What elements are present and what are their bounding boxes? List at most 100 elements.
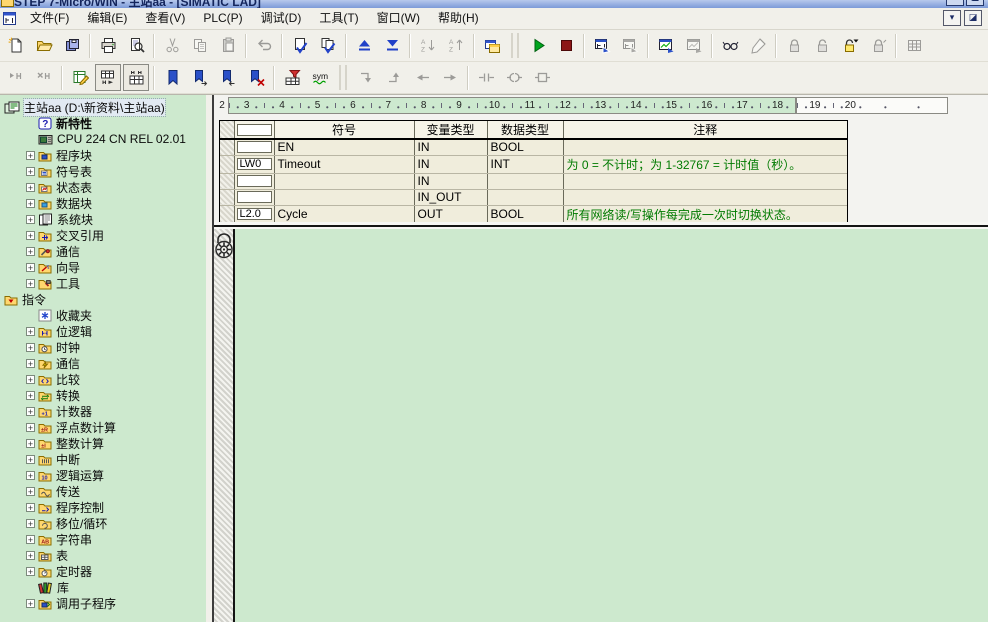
print-preview-button[interactable]: [123, 32, 149, 59]
tree-item-table[interactable]: +表: [0, 547, 206, 563]
expand-toggle-icon[interactable]: +: [26, 439, 35, 448]
bookmark-previous-button[interactable]: [215, 64, 241, 91]
expand-toggle-icon[interactable]: +: [26, 471, 35, 480]
symbolic-addressing-button[interactable]: sym: [307, 64, 333, 91]
tree-item-project-root[interactable]: 主站aa (D:\新资料\主站aa): [0, 99, 206, 115]
tree-item-move[interactable]: +传送: [0, 483, 206, 499]
expand-toggle-icon[interactable]: +: [26, 519, 35, 528]
expand-toggle-icon[interactable]: +: [26, 215, 35, 224]
cell-address[interactable]: L2.0: [234, 205, 274, 223]
new-file-button[interactable]: [3, 32, 29, 59]
tree-item-timers[interactable]: +定时器: [0, 563, 206, 579]
view-grid-button[interactable]: [123, 64, 149, 91]
menu-debug[interactable]: 调试(D): [252, 8, 311, 29]
menu-file[interactable]: 文件(F): [21, 8, 78, 29]
cell-comment[interactable]: [563, 189, 847, 205]
restore-window-button[interactable]: ◪: [966, 0, 984, 6]
expand-toggle-icon[interactable]: +: [26, 167, 35, 176]
minimize-child-button[interactable]: ▾: [943, 10, 961, 26]
tree-item-instructions[interactable]: 指令: [0, 291, 206, 307]
tree-item-status-chart[interactable]: +状态表: [0, 179, 206, 195]
lad-editor-canvas[interactable]: [214, 229, 988, 622]
row-selector[interactable]: [220, 205, 234, 223]
cell-var-type[interactable]: IN: [414, 139, 487, 155]
open-folder-button[interactable]: [31, 32, 57, 59]
restore-child-button[interactable]: ◪: [964, 10, 982, 26]
tree-item-new-features[interactable]: ?新特性: [0, 115, 206, 131]
tree-item-bit-logic[interactable]: +位逻辑: [0, 323, 206, 339]
menu-tools[interactable]: 工具(T): [310, 8, 367, 29]
cell-comment[interactable]: [563, 139, 847, 155]
expand-toggle-icon[interactable]: +: [26, 359, 35, 368]
expand-toggle-icon[interactable]: +: [26, 487, 35, 496]
menu-plc[interactable]: PLC(P): [194, 8, 251, 29]
bookmark-toggle-button[interactable]: [159, 64, 185, 91]
tree-item-program-control[interactable]: +程序控制: [0, 499, 206, 515]
cell-address[interactable]: [234, 139, 274, 155]
expand-toggle-icon[interactable]: +: [26, 407, 35, 416]
cell-data-type[interactable]: [487, 189, 563, 205]
tree-item-wizards[interactable]: +向导: [0, 259, 206, 275]
cell-address[interactable]: [234, 173, 274, 189]
compile-button[interactable]: [287, 32, 313, 59]
tree-item-clock[interactable]: +时钟: [0, 339, 206, 355]
cell-var-type[interactable]: IN_OUT: [414, 189, 487, 205]
tree-item-system-block[interactable]: +系统块: [0, 211, 206, 227]
expand-toggle-icon[interactable]: +: [26, 551, 35, 560]
bookmark-clear-button[interactable]: [243, 64, 269, 91]
program-status-button[interactable]: [589, 32, 615, 59]
cell-comment[interactable]: 所有网络读/写操作每完成一次时切换状态。: [563, 205, 847, 223]
cell-symbol[interactable]: Cycle: [274, 205, 414, 223]
row-selector[interactable]: [220, 139, 234, 155]
tree-item-favorites[interactable]: 收藏夹: [0, 307, 206, 323]
expand-toggle-icon[interactable]: +: [26, 231, 35, 240]
tree-item-integer-math[interactable]: +±I整数计算: [0, 435, 206, 451]
toolbar-grip[interactable]: [511, 33, 519, 58]
tree-item-cpu[interactable]: CPU 224 CN REL 02.01: [0, 131, 206, 147]
tree-item-cross-reference[interactable]: +交叉引用: [0, 227, 206, 243]
menu-help[interactable]: 帮助(H): [429, 8, 488, 29]
tree-item-communications[interactable]: +通信: [0, 243, 206, 259]
tree-item-libraries[interactable]: 库: [0, 579, 206, 595]
expand-toggle-icon[interactable]: +: [26, 391, 35, 400]
menu-window[interactable]: 窗口(W): [368, 8, 429, 29]
upload-button[interactable]: [351, 32, 377, 59]
tree-item-comm-instructions[interactable]: +通信: [0, 355, 206, 371]
tree-item-call-subroutines[interactable]: +调用子程序: [0, 595, 206, 611]
cell-comment[interactable]: 为 0 = 不计时；为 1-32767 = 计时值（秒）。: [563, 155, 847, 173]
row-selector[interactable]: [220, 155, 234, 173]
run-button[interactable]: [525, 32, 551, 59]
menu-edit[interactable]: 编辑(E): [78, 8, 136, 29]
row-selector[interactable]: [220, 173, 234, 189]
column-ruler[interactable]: 234567891011121314151617181920: [216, 97, 948, 114]
force-dropdown-button[interactable]: [837, 32, 863, 59]
cell-symbol[interactable]: EN: [274, 139, 414, 155]
tree-item-interrupt[interactable]: +中断: [0, 451, 206, 467]
expand-toggle-icon[interactable]: +: [26, 327, 35, 336]
expand-toggle-icon[interactable]: +: [26, 599, 35, 608]
pou-comments-button[interactable]: [279, 64, 305, 91]
expand-toggle-icon[interactable]: +: [26, 535, 35, 544]
cell-var-type[interactable]: OUT: [414, 205, 487, 223]
tree-item-data-block[interactable]: +数据块: [0, 195, 206, 211]
cell-symbol[interactable]: Timeout: [274, 155, 414, 173]
expand-toggle-icon[interactable]: +: [26, 375, 35, 384]
tree-item-string[interactable]: +AB字符串: [0, 531, 206, 547]
expand-toggle-icon[interactable]: +: [26, 343, 35, 352]
expand-toggle-icon[interactable]: +: [26, 183, 35, 192]
cell-data-type[interactable]: BOOL: [487, 139, 563, 155]
tree-item-program-block[interactable]: +程序块: [0, 147, 206, 163]
cell-address[interactable]: LW0: [234, 155, 274, 173]
glasses-button[interactable]: [717, 32, 743, 59]
options-button[interactable]: [479, 32, 505, 59]
tree-item-shift-rotate[interactable]: +移位/循环: [0, 515, 206, 531]
cell-comment[interactable]: [563, 173, 847, 189]
row-selector[interactable]: [220, 189, 234, 205]
tree-item-convert[interactable]: +转换: [0, 387, 206, 403]
cell-var-type[interactable]: IN: [414, 155, 487, 173]
view-local-vars-button[interactable]: [95, 64, 121, 91]
bookmark-next-button[interactable]: [187, 64, 213, 91]
expand-toggle-icon[interactable]: +: [26, 199, 35, 208]
tree-item-tools[interactable]: +工具: [0, 275, 206, 291]
chart-status-button[interactable]: [653, 32, 679, 59]
